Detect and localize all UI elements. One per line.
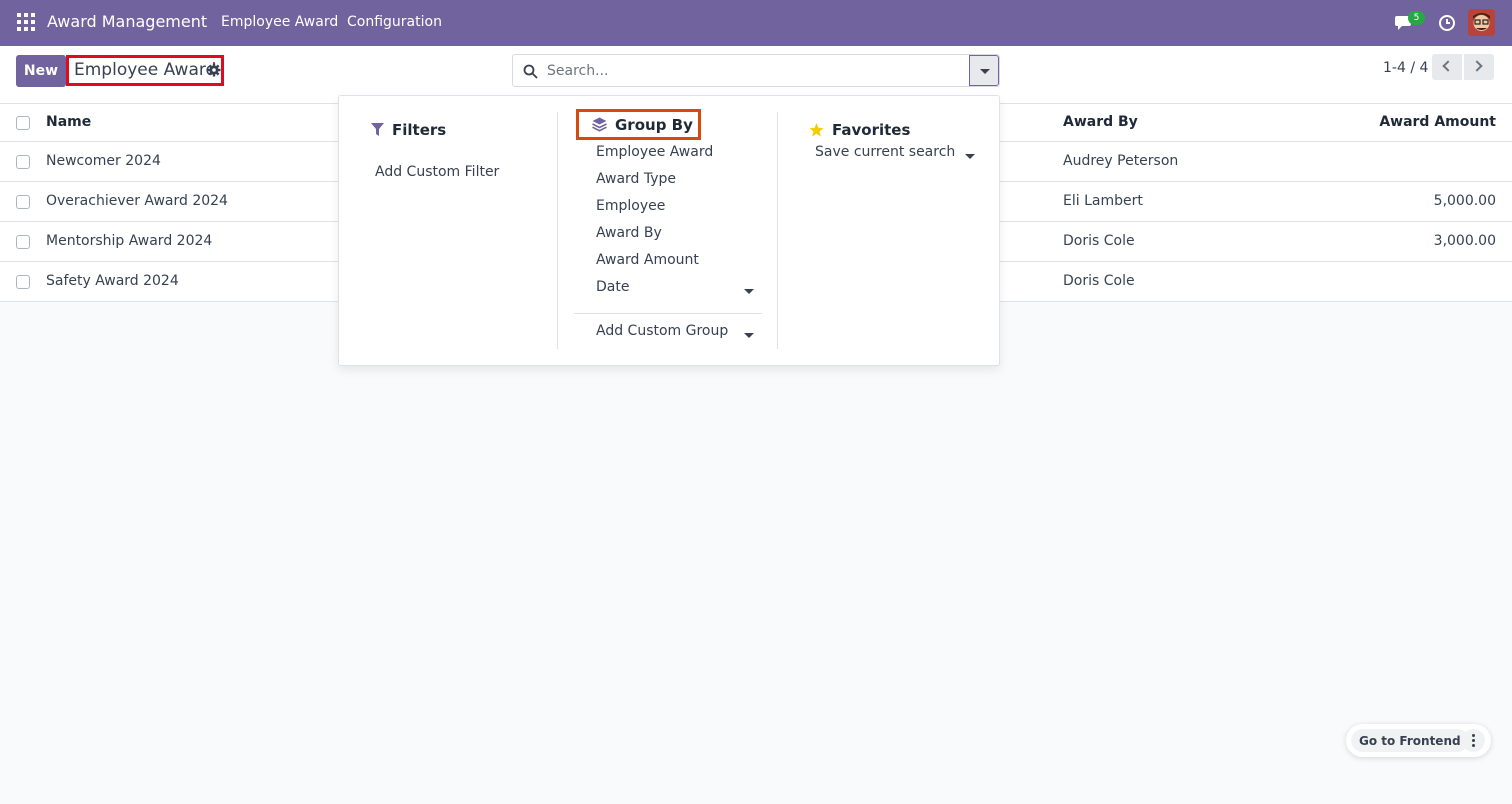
cell-name: Overachiever Award 2024 xyxy=(46,193,228,209)
breadcrumb-title: Employee Award xyxy=(66,55,225,86)
search-input[interactable] xyxy=(547,55,967,86)
custom-group-caret-icon[interactable] xyxy=(744,333,754,338)
row-checkbox[interactable] xyxy=(16,275,30,289)
search-icon xyxy=(523,64,538,79)
group-by-employee-award[interactable]: Employee Award xyxy=(596,144,713,160)
favorites-heading: Favorites xyxy=(809,116,910,144)
group-by-employee[interactable]: Employee xyxy=(596,198,665,214)
row-checkbox[interactable] xyxy=(16,195,30,209)
cell-name: Newcomer 2024 xyxy=(46,153,161,169)
filter-icon xyxy=(371,123,384,136)
select-all-checkbox[interactable] xyxy=(16,116,30,130)
search-panel-toggle[interactable] xyxy=(969,55,999,86)
pager-next-button[interactable] xyxy=(1464,54,1494,80)
column-header-award-amount[interactable]: Award Amount xyxy=(1379,114,1496,130)
go-to-frontend-button[interactable]: Go to Frontend xyxy=(1351,729,1469,752)
layers-icon xyxy=(592,117,607,132)
filters-title: Filters xyxy=(392,121,447,139)
favorites-section: Favorites Save current search xyxy=(779,112,984,349)
cell-award-amount: 3,000.00 xyxy=(1433,233,1496,249)
apps-menu-icon[interactable] xyxy=(17,13,35,31)
chevron-left-icon xyxy=(1442,60,1454,72)
activity-clock-icon[interactable] xyxy=(1438,14,1456,32)
group-by-award-type[interactable]: Award Type xyxy=(596,171,676,187)
menu-configuration[interactable]: Configuration xyxy=(347,14,442,30)
group-by-section: Group By Employee Award Award Type Emplo… xyxy=(558,109,778,349)
search-bar xyxy=(512,54,1000,87)
cell-award-amount: 5,000.00 xyxy=(1433,193,1496,209)
menu-employee-award[interactable]: Employee Award xyxy=(221,14,338,30)
row-checkbox[interactable] xyxy=(16,235,30,249)
cell-name: Safety Award 2024 xyxy=(46,273,179,289)
cell-award-by: Eli Lambert xyxy=(1063,193,1143,209)
group-by-award-amount[interactable]: Award Amount xyxy=(596,252,699,268)
gear-icon[interactable] xyxy=(207,63,221,77)
add-custom-filter[interactable]: Add Custom Filter xyxy=(375,164,499,180)
new-button[interactable]: New xyxy=(16,55,66,87)
cell-award-by: Doris Cole xyxy=(1063,273,1135,289)
group-by-heading: Group By xyxy=(576,109,701,140)
top-navbar: Award Management Employee Award Configur… xyxy=(0,0,1512,46)
favorites-title: Favorites xyxy=(832,121,911,139)
save-current-search[interactable]: Save current search xyxy=(815,144,955,160)
group-by-divider xyxy=(574,313,762,314)
save-search-caret-icon[interactable] xyxy=(965,154,975,159)
pager-previous-button[interactable] xyxy=(1432,54,1462,80)
date-caret-icon[interactable] xyxy=(744,289,754,294)
cell-name: Mentorship Award 2024 xyxy=(46,233,213,249)
column-header-name[interactable]: Name xyxy=(46,114,91,130)
cell-award-by: Doris Cole xyxy=(1063,233,1135,249)
chat-count-badge: 5 xyxy=(1408,11,1425,25)
column-header-award-by[interactable]: Award By xyxy=(1063,114,1138,130)
kebab-menu-icon[interactable] xyxy=(1462,729,1485,752)
chevron-right-icon xyxy=(1471,60,1483,72)
filters-heading: Filters xyxy=(371,116,446,144)
group-by-award-by[interactable]: Award By xyxy=(596,225,662,241)
frontend-float: Go to Frontend xyxy=(1346,724,1491,757)
row-checkbox[interactable] xyxy=(16,155,30,169)
filters-section: Filters Add Custom Filter xyxy=(355,112,558,349)
add-custom-group[interactable]: Add Custom Group xyxy=(596,323,728,339)
user-avatar[interactable] xyxy=(1468,9,1495,36)
star-icon xyxy=(809,123,824,137)
cell-award-by: Audrey Peterson xyxy=(1063,153,1179,169)
app-name[interactable]: Award Management xyxy=(47,12,207,31)
group-by-date[interactable]: Date xyxy=(596,279,629,295)
search-panel-dropdown: Filters Add Custom Filter Group By Emplo… xyxy=(338,95,1000,366)
pager-value[interactable]: 1-4 / 4 xyxy=(1383,60,1428,76)
group-by-title: Group By xyxy=(615,115,693,134)
